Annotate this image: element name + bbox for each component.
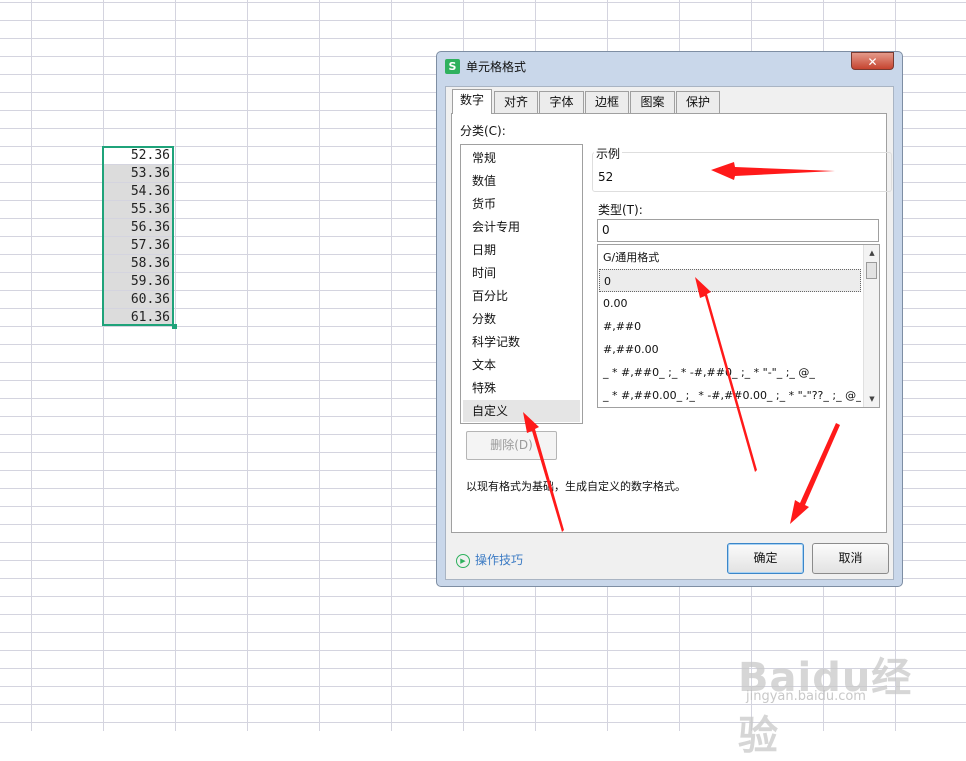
format-item[interactable]: #,##0.00 [599,338,861,361]
format-item[interactable]: G/通用格式 [599,246,861,269]
category-label: 分类(C): [460,124,506,138]
dialog-title: 单元格格式 [466,60,527,74]
category-item[interactable]: 日期 [463,239,580,261]
hint-text: 以现有格式为基础，生成自定义的数字格式。 [466,480,686,493]
close-button[interactable]: ✕ [851,52,894,70]
category-item[interactable]: 科学记数 [463,331,580,353]
category-item[interactable]: 货币 [463,193,580,215]
tips-link[interactable]: ▶ 操作技巧 [456,551,523,568]
tab-alignment[interactable]: 对齐 [494,91,538,113]
category-item[interactable]: 百分比 [463,285,580,307]
type-label: 类型(T): [598,203,643,217]
tab-border[interactable]: 边框 [585,91,629,113]
category-item[interactable]: 特殊 [463,377,580,399]
category-item[interactable]: 常规 [463,147,580,169]
fill-handle[interactable] [172,324,177,329]
format-cells-dialog: S 单元格格式 ✕ 数字 对齐 字体 边框 图案 保护 分类(C): 常规 数值… [436,51,903,587]
wps-logo-icon: S [445,59,460,74]
category-item[interactable]: 会计专用 [463,216,580,238]
dialog-title-bar[interactable]: S 单元格格式 ✕ [437,52,902,80]
play-circle-icon: ▶ [456,553,470,568]
watermark-url: jingyan.baidu.com [746,689,866,704]
tab-protection[interactable]: 保护 [676,91,720,113]
format-item[interactable]: #,##0 [599,315,861,338]
baidu-jingyan-watermark: Baidu经验 jingyan.baidu.com [738,625,928,759]
scroll-thumb[interactable] [866,262,877,279]
cell-selection-border [102,146,174,326]
dialog-body: 数字 对齐 字体 边框 图案 保护 分类(C): 常规 数值 货币 会计专用 日… [445,86,894,580]
format-item[interactable]: 0.00 [599,292,861,315]
format-item[interactable]: _ * #,##0.00_ ;_ * -#,##0.00_ ;_ * "-"??… [599,384,861,407]
ok-button[interactable]: 确定 [727,543,804,574]
scroll-up-icon[interactable]: ▲ [865,246,879,260]
category-list[interactable]: 常规 数值 货币 会计专用 日期 时间 百分比 分数 科学记数 文本 特殊 自定… [460,144,583,424]
scroll-down-icon[interactable]: ▼ [865,392,879,406]
format-item-selected[interactable]: 0 [599,269,861,292]
tab-pattern[interactable]: 图案 [630,91,675,113]
tips-link-label[interactable]: 操作技巧 [475,553,523,567]
cancel-button[interactable]: 取消 [812,543,889,574]
category-item[interactable]: 数值 [463,170,580,192]
format-list[interactable]: G/通用格式 0 0.00 #,##0 #,##0.00 _ * #,##0_ … [597,244,880,408]
type-input[interactable]: 0 [597,219,879,242]
tab-font[interactable]: 字体 [539,91,584,113]
tab-number[interactable]: 数字 [452,89,492,114]
number-tab-panel: 分类(C): 常规 数值 货币 会计专用 日期 时间 百分比 分数 科学记数 文… [451,113,892,533]
delete-button[interactable]: 删除(D) [466,431,557,460]
format-item[interactable]: _ * #,##0_ ;_ * -#,##0_ ;_ * "-"_ ;_ @_ [599,361,861,384]
category-item[interactable]: 文本 [463,354,580,376]
format-list-scrollbar[interactable]: ▲ ▼ [863,245,879,407]
sample-group [592,152,892,192]
category-item[interactable]: 时间 [463,262,580,284]
sample-value: 52 [598,170,614,184]
category-item-selected[interactable]: 自定义 [463,400,580,422]
category-item[interactable]: 分数 [463,308,580,330]
sample-label: 示例 [594,145,623,162]
